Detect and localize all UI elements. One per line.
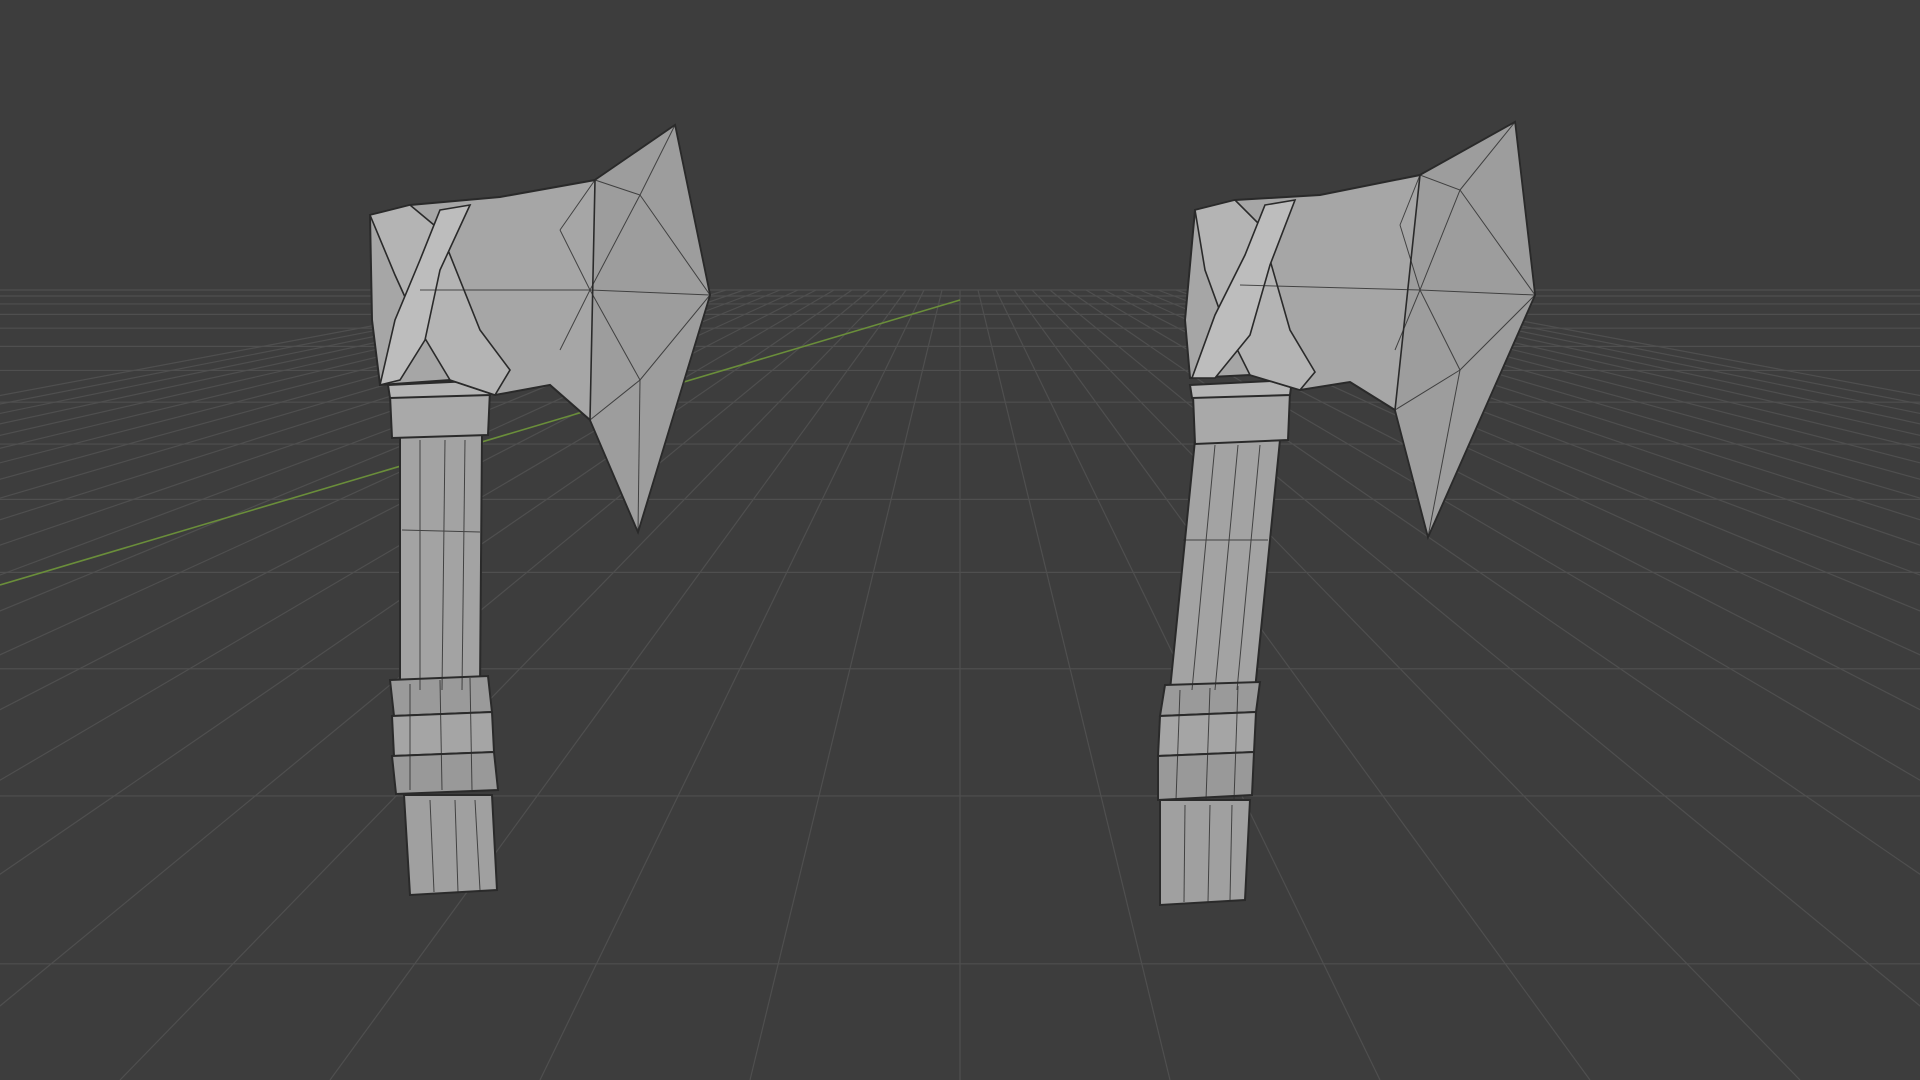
3d-viewport[interactable]: [0, 0, 1920, 1080]
handle-band-2: [390, 710, 496, 758]
handle-collar: [1191, 390, 1292, 446]
handle-shaft: [399, 434, 484, 691]
viewport-canvas[interactable]: [0, 0, 1920, 1080]
handle-lower: [402, 794, 499, 897]
handle-band-3: [390, 750, 500, 796]
handle-band-2: [1156, 710, 1258, 758]
handle-lower: [1159, 799, 1252, 907]
